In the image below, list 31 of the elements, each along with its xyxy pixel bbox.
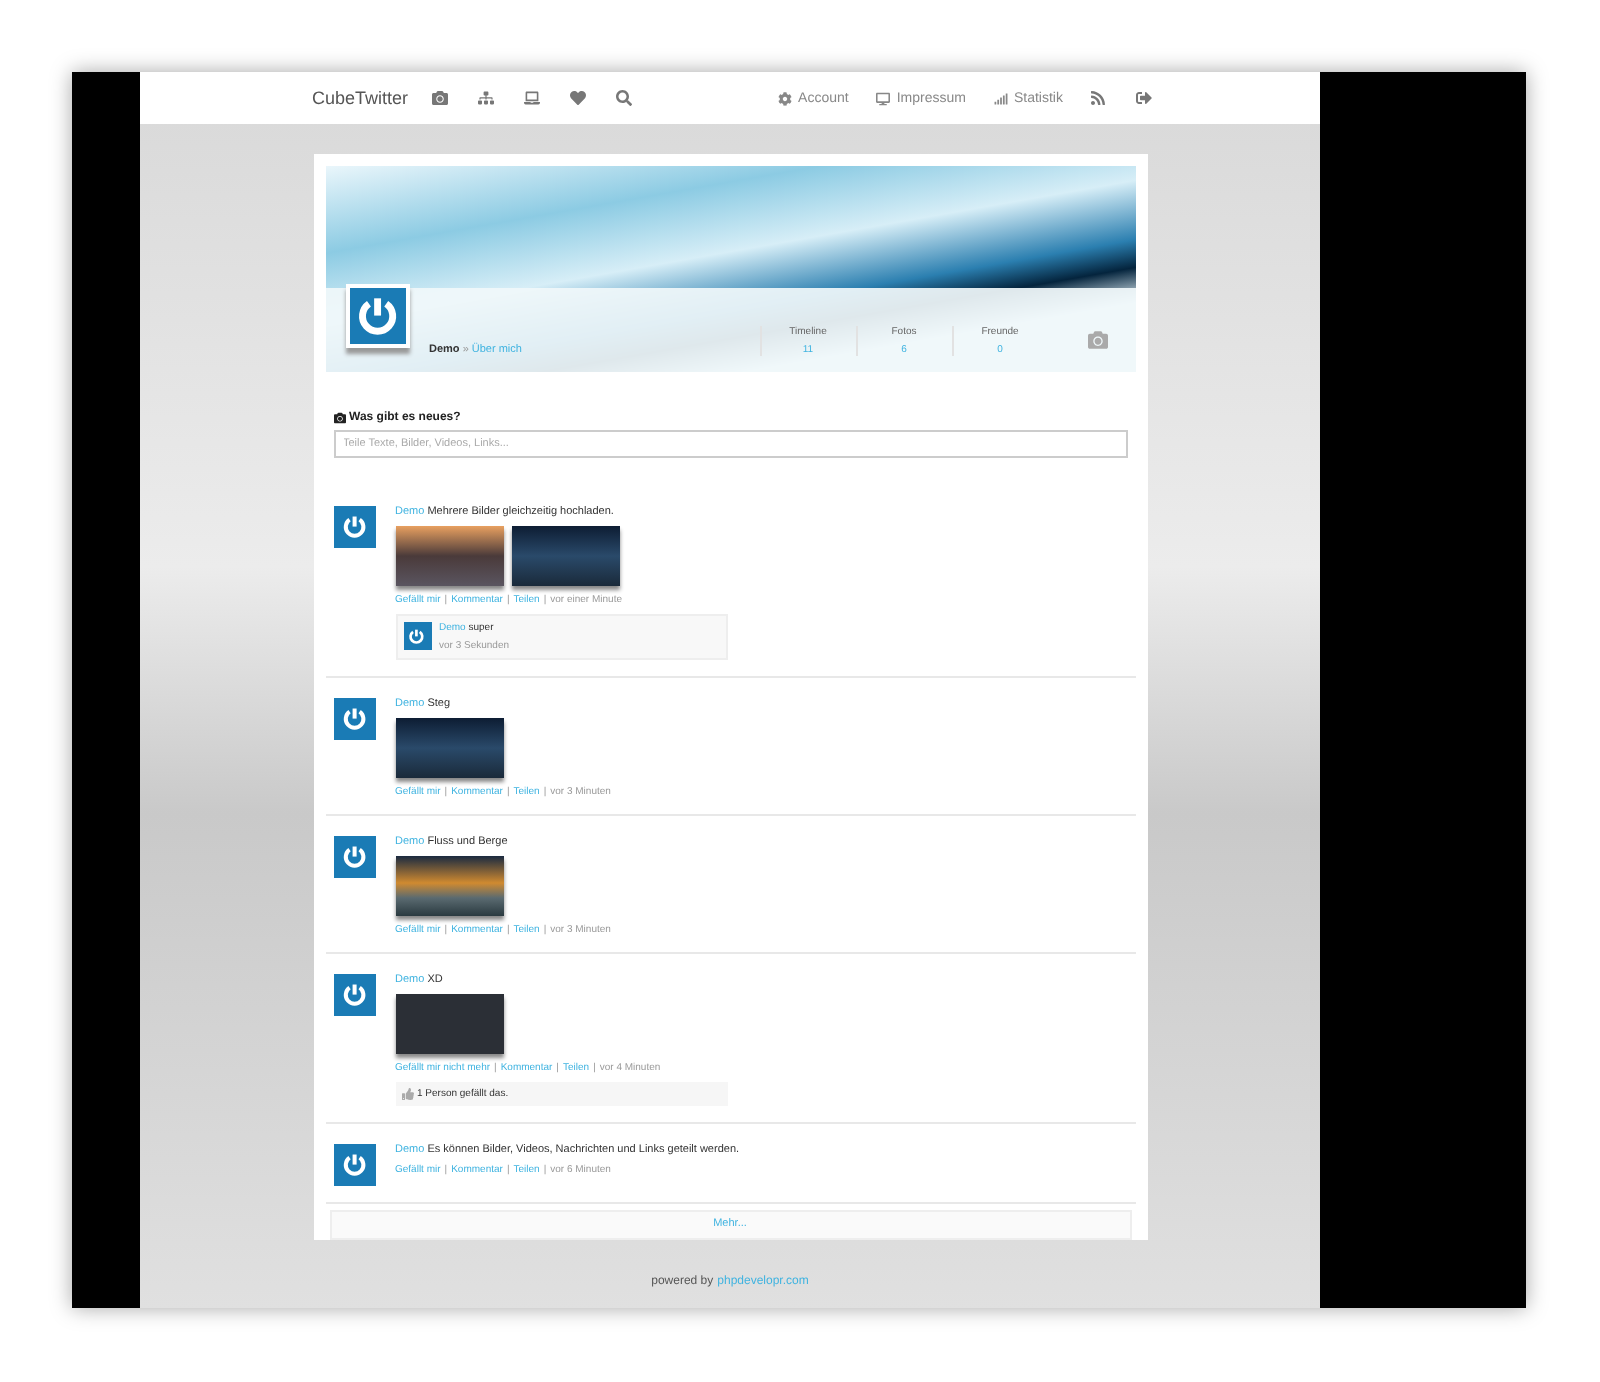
user-avatar[interactable] <box>333 697 375 740</box>
search-icon <box>616 90 633 106</box>
user-avatar[interactable] <box>333 835 375 878</box>
power-icon <box>341 843 367 869</box>
power-icon <box>341 705 367 731</box>
photo-placeholder[interactable] <box>395 993 503 1054</box>
rss-icon <box>1090 90 1107 106</box>
brand-logo[interactable]: CubeTwitter <box>312 88 409 108</box>
user-avatar[interactable] <box>333 973 375 1016</box>
photo-placeholder[interactable] <box>395 855 503 916</box>
heart-icon <box>570 90 587 106</box>
power-icon <box>408 627 426 645</box>
gear-icon <box>778 91 793 105</box>
photo-placeholder[interactable] <box>395 525 503 586</box>
power-icon <box>341 981 367 1007</box>
monitor-icon <box>876 91 891 105</box>
power-icon <box>355 293 399 337</box>
camera-icon <box>432 90 449 106</box>
power-icon <box>341 513 367 539</box>
logout-icon <box>1136 90 1153 106</box>
user-avatar[interactable] <box>333 1143 375 1186</box>
camera-icon <box>333 411 345 424</box>
laptop-icon <box>524 90 541 106</box>
user-avatar[interactable] <box>403 622 431 651</box>
sitemap-icon <box>478 90 495 106</box>
bar-chart-icon <box>993 91 1008 105</box>
thumbs-up-icon <box>401 1087 413 1100</box>
photo-placeholder[interactable] <box>395 717 503 778</box>
power-icon <box>341 1151 367 1177</box>
user-avatar[interactable] <box>333 505 375 548</box>
photo-placeholder[interactable] <box>511 525 619 586</box>
